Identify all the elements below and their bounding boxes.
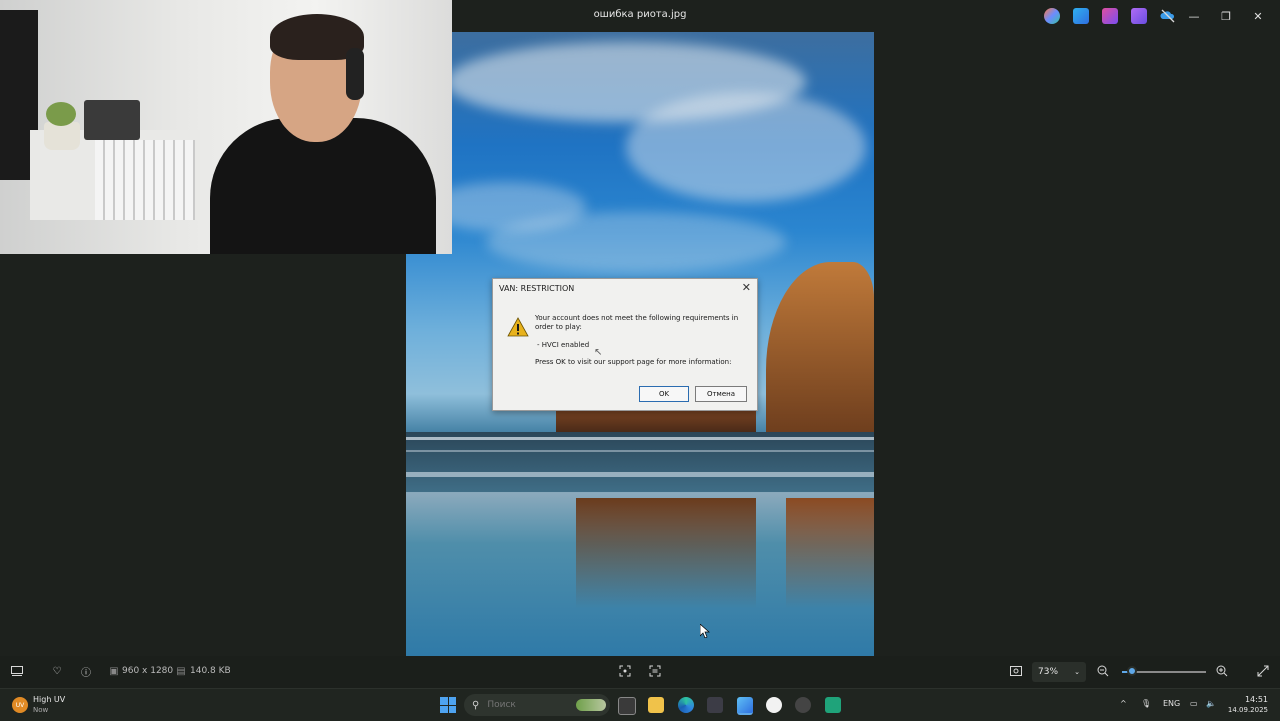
filmstrip-icon <box>11 665 23 677</box>
mouse-cursor-icon <box>699 623 710 642</box>
edge-icon[interactable] <box>678 697 694 713</box>
zoom-level: 73% <box>1038 667 1059 677</box>
chevron-down-icon: ⌄ <box>1074 668 1080 676</box>
weather-title[interactable]: High UV <box>33 695 65 704</box>
dialog-instruction: Press OK to visit our support page for m… <box>535 358 732 366</box>
search-highlight-icon <box>576 699 606 711</box>
dialog-requirement: - HVCI enabled <box>537 341 590 349</box>
crop-icon <box>619 665 631 677</box>
dialog-close-icon: ✕ <box>741 281 751 294</box>
maximize-button[interactable]: ❐ <box>1210 6 1242 26</box>
file-explorer-icon[interactable] <box>648 697 664 713</box>
zoom-select[interactable]: 73% ⌄ <box>1032 662 1086 682</box>
photo-cursor-icon: ↖ <box>594 347 603 358</box>
microphone-icon[interactable]: 🎙 <box>1141 699 1151 708</box>
text-scan-icon <box>649 665 661 677</box>
weather-subtitle: Now <box>33 706 49 714</box>
tray-overflow-icon[interactable]: ^ <box>1120 699 1127 708</box>
zoom-in-button[interactable] <box>1216 665 1228 677</box>
image-size-icon: ▣ <box>109 665 119 677</box>
info-icon: ⓘ <box>81 667 91 679</box>
filmstrip-button[interactable] <box>11 665 23 677</box>
dimensions-text: 960 x 1280 <box>122 666 174 676</box>
cube-app-icon[interactable] <box>707 697 723 713</box>
actual-size-button[interactable] <box>1010 665 1022 677</box>
favorite-button[interactable]: ♡ <box>51 665 63 677</box>
file-size: ▤ 140.8 KB <box>175 665 231 677</box>
warning-icon <box>507 317 529 337</box>
close-button[interactable]: ✕ <box>1242 6 1274 26</box>
weather-icon[interactable]: UV <box>12 697 28 713</box>
crop-button[interactable] <box>619 665 631 677</box>
fullscreen-button[interactable] <box>1257 665 1269 677</box>
copilot-icon[interactable] <box>1044 8 1060 24</box>
photos-edit-icon[interactable] <box>1073 8 1089 24</box>
clock-date[interactable]: 14.09.2025 <box>1218 706 1268 714</box>
info-button[interactable]: ⓘ <box>80 665 92 679</box>
network-icon[interactable]: ▭ <box>1190 699 1198 708</box>
zoom-slider-thumb[interactable] <box>1127 666 1137 676</box>
actual-size-icon <box>1010 665 1022 677</box>
start-button[interactable] <box>440 697 456 713</box>
language-indicator[interactable]: ENG <box>1163 699 1180 708</box>
dialog-cancel-button: Отмена <box>695 386 747 402</box>
minimize-button[interactable]: — <box>1178 6 1210 26</box>
restriction-dialog: VAN: RESTRICTION ✕ Your account does not… <box>492 278 758 411</box>
chatgpt-icon[interactable] <box>825 697 841 713</box>
dialog-ok-button: OK <box>639 386 689 402</box>
zoom-in-icon <box>1216 665 1228 677</box>
file-size-text: 140.8 KB <box>190 666 231 676</box>
window-controls: — ❐ ✕ <box>1178 6 1274 26</box>
onedrive-off-icon[interactable] <box>1160 8 1176 24</box>
dialog-title: VAN: RESTRICTION <box>499 284 575 293</box>
headset <box>346 48 364 100</box>
search-icon: ⚲ <box>472 699 480 711</box>
clipchamp-icon[interactable] <box>1102 8 1118 24</box>
taskbar-search[interactable]: ⚲ <box>464 694 610 716</box>
viewer-toolbar: ♡ ⓘ ▣ 960 x 1280 ▤ 140.8 KB 73% ⌄ <box>0 656 1280 688</box>
file-size-icon: ▤ <box>176 665 186 677</box>
expand-icon <box>1257 665 1269 677</box>
steam-icon[interactable] <box>795 697 811 713</box>
designer-icon[interactable] <box>1131 8 1147 24</box>
search-input[interactable] <box>485 699 570 711</box>
image-dimensions: ▣ 960 x 1280 <box>108 665 173 677</box>
heart-icon: ♡ <box>52 665 62 677</box>
titlebar-icons <box>1044 8 1176 24</box>
photos-icon[interactable] <box>737 697 753 715</box>
taskbar: UV High UV Now ⚲ ^ 🎙 ENG ▭ 🔈 14:51 14.09… <box>0 688 1280 721</box>
zoom-out-icon <box>1097 665 1109 677</box>
volume-icon[interactable]: 🔈 <box>1206 699 1216 708</box>
ocr-button[interactable] <box>649 665 661 677</box>
clock-time[interactable]: 14:51 <box>1228 695 1268 704</box>
webcam-overlay <box>0 0 452 254</box>
dialog-message: Your account does not meet the following… <box>535 314 739 331</box>
zoom-out-button[interactable] <box>1097 665 1109 677</box>
task-view-icon[interactable] <box>618 697 636 715</box>
g-app-icon[interactable] <box>766 697 782 713</box>
